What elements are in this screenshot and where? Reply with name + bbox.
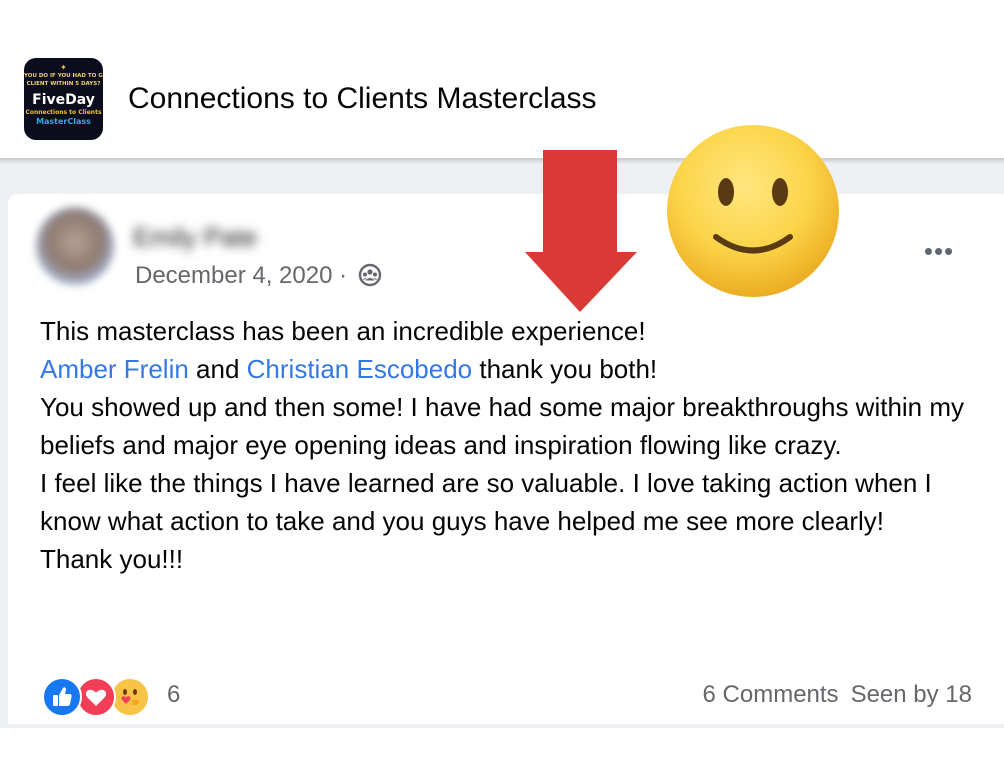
reaction-count[interactable]: 6 [167, 681, 180, 709]
author-name[interactable]: Emily Pate [133, 222, 257, 253]
post-paragraph-4: Thank you!!! [40, 544, 184, 574]
logo-brand: FiveDay [32, 92, 95, 108]
mention-amber-frelin[interactable]: Amber Frelin [40, 354, 189, 384]
logo-question-line-1: YOU DO IF YOU HAD TO GE [24, 73, 103, 79]
love-icon [76, 677, 116, 717]
post-paragraph-3: I feel like the things I have learned ar… [40, 468, 932, 536]
group-logo[interactable]: ✦ YOU DO IF YOU HAD TO GE CLIENT WITHIN … [24, 58, 103, 140]
down-arrow-icon [525, 150, 637, 312]
post-date[interactable]: December 4, 2020 [135, 262, 332, 289]
post-line-2: Amber Frelin and Christian Escobedo than… [40, 350, 990, 388]
post-thanks-text: thank you both! [472, 354, 658, 384]
group-title[interactable]: Connections to Clients Masterclass [128, 82, 597, 116]
post-line-1: This masterclass has been an incredible … [40, 316, 646, 346]
engagement-summary: 6 Comments Seen by 18 [703, 681, 972, 709]
slightly-smiling-face-emoji [667, 125, 839, 297]
care-icon [110, 677, 150, 717]
meta-separator: · [332, 262, 354, 289]
post-meta: December 4, 2020 · [135, 262, 382, 294]
logo-star-icon: ✦ [60, 63, 67, 72]
logo-subtitle-2: MasterClass [36, 117, 91, 126]
post-text: This masterclass has been an incredible … [40, 312, 990, 578]
bottom-area [0, 728, 1004, 768]
author-avatar[interactable] [36, 207, 114, 285]
comments-count[interactable]: 6 Comments [703, 681, 839, 708]
mention-christian-escobedo[interactable]: Christian Escobedo [247, 354, 472, 384]
like-icon [42, 677, 82, 717]
post-and-text: and [188, 354, 247, 384]
post-paragraph-2: You showed up and then some! I have had … [40, 392, 965, 460]
logo-question-line-2: CLIENT WITHIN 5 DAYS? [26, 81, 101, 87]
more-options-button[interactable]: ••• [919, 238, 959, 264]
group-icon [358, 263, 382, 294]
logo-subtitle: Connections to Clients [25, 109, 102, 116]
seen-by-count[interactable]: Seen by 18 [851, 681, 972, 708]
group-header: ✦ YOU DO IF YOU HAD TO GE CLIENT WITHIN … [0, 0, 1004, 160]
